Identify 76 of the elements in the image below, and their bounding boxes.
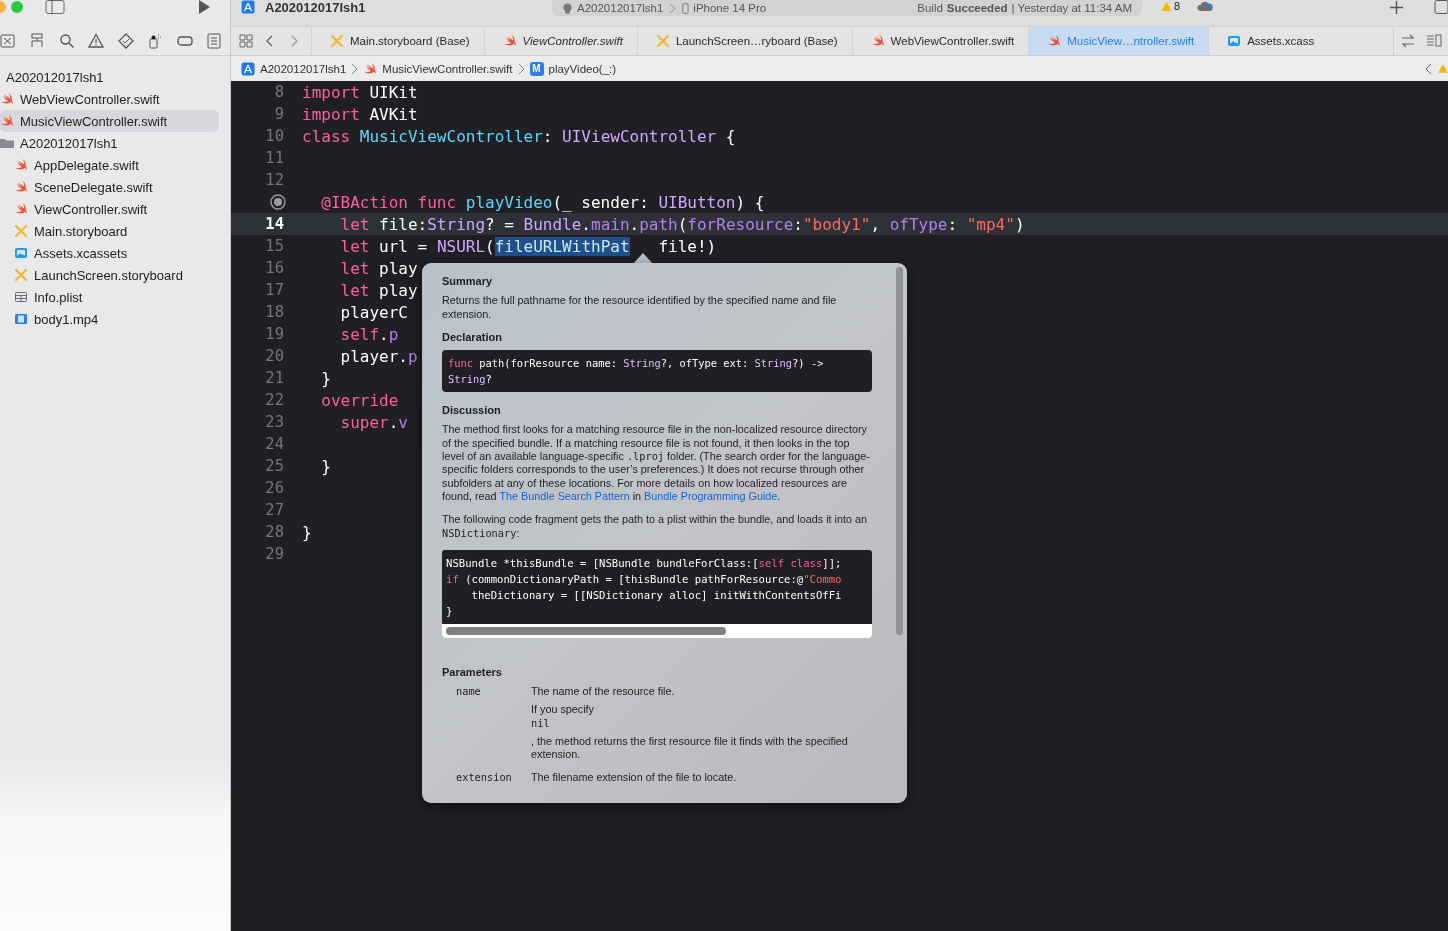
- paragraph: The method first looks for a matching resource file in the non-localized resource directory of the specified bundle. If a matching resource file is not found, it then looks in the top level of an available language-specific .lproj folder. (The search order for the language-specific folders corresponds to the user’s preferences.) It does not recurse through other subfolders at any of these locations. For more details on how localized resources are found, read The Bundle Search Pattern in Bundle Programming Guide.: [442, 423, 871, 504]
- navigator-item[interactable]: MusicViewController.swift: [0, 110, 219, 132]
- navigator-item[interactable]: WebViewController.swift: [0, 88, 219, 110]
- code-line: playerC: [339, 302, 408, 322]
- breadcrumb-item[interactable]: A202012017lsh1: [260, 62, 347, 75]
- code-line: import UIKit: [302, 82, 418, 102]
- code-line: self.p: [339, 324, 399, 344]
- line-number: 19: [265, 325, 284, 343]
- navigator-item[interactable]: AppDelegate.swift: [0, 154, 219, 176]
- parameter-description: If you specify nil , the method returns the first resource file it finds with the specified extension.: [531, 703, 849, 762]
- parameter-name: name: [456, 685, 482, 700]
- line-number: 16: [265, 259, 284, 277]
- warning-count[interactable]: 8: [1174, 0, 1181, 12]
- scheme-selector[interactable]: A202012017lsh1: [577, 2, 664, 14]
- parameter-description: The filename extension of the file to locate.: [531, 770, 738, 784]
- line-number: 25: [265, 457, 284, 475]
- line-number: 12: [265, 171, 284, 189]
- line-number: 14: [265, 215, 284, 233]
- editor-tab[interactable]: Main.storyboard (Base): [311, 27, 484, 55]
- navigator-item[interactable]: Info.plist: [0, 286, 219, 308]
- code-line: super.v: [339, 412, 408, 432]
- code-line: import AVKit: [302, 104, 418, 124]
- line-number: 24: [265, 435, 284, 453]
- parameter-description: The name of the resource file.: [531, 685, 676, 699]
- section-heading: Parameters: [442, 665, 503, 680]
- navigator-item[interactable]: Assets.xcassets: [0, 242, 219, 264]
- build-status: Build Succeeded | Yesterday at 11:34 AM: [917, 2, 1132, 14]
- parameter-name: extension: [456, 770, 513, 785]
- code-line: }: [320, 368, 331, 388]
- line-number: 10: [265, 127, 284, 145]
- line-number: 21: [265, 369, 284, 387]
- line-number: 9: [274, 105, 284, 123]
- navigator-item[interactable]: A202012017lsh1: [0, 66, 219, 88]
- method-icon: M: [529, 61, 544, 76]
- line-number: 23: [265, 413, 284, 431]
- breadcrumb-item[interactable]: MusicViewController.swift: [382, 62, 513, 75]
- breadcrumb-item[interactable]: playVideo(_:): [548, 62, 617, 75]
- device-selector[interactable]: iPhone 14 Pro: [693, 2, 767, 14]
- navigator-item[interactable]: SceneDelegate.swift: [0, 176, 219, 198]
- editor-tab[interactable]: LaunchScreen…ryboard (Base): [636, 27, 852, 55]
- line-number: 29: [265, 545, 284, 563]
- code-line: let file:String? = Bundle.main.path(forResource:"body1", ofType: "mp4"): [339, 214, 1025, 234]
- line-number: 28: [265, 523, 284, 541]
- line-number: 8: [274, 83, 284, 101]
- line-number: 17: [265, 281, 284, 299]
- code-line: @IBAction func playVideo(_ sender: UIButton) {: [320, 192, 765, 212]
- code-line: let play: [339, 280, 418, 300]
- line-number: 18: [265, 303, 284, 321]
- code-line: }: [320, 456, 331, 476]
- editor-tab[interactable]: Assets.xcass: [1208, 27, 1329, 55]
- navigator-item[interactable]: LaunchScreen.storyboard: [0, 264, 219, 286]
- code-line: }: [302, 522, 312, 542]
- section-heading: Summary: [442, 275, 494, 289]
- navigator-item[interactable]: body1.mp4: [0, 308, 219, 330]
- code-line: let url = NSURL(fileURLWithPat file!): [339, 236, 717, 256]
- line-number: 26: [265, 479, 284, 497]
- editor-tab[interactable]: ViewController.swift: [483, 27, 637, 55]
- code-line: let play: [339, 258, 418, 278]
- section-heading: Declaration: [442, 330, 503, 345]
- line-number: 27: [265, 501, 284, 519]
- section-heading: Discussion: [442, 404, 502, 418]
- line-number: 11: [265, 149, 284, 167]
- line-number: 20: [265, 347, 284, 365]
- line-number: 22: [265, 391, 284, 409]
- code-line: class MusicViewController: UIViewController {: [302, 126, 736, 146]
- paragraph: The following code fragment gets the path to a plist within the bundle, and loads it into an NSDictionary:: [442, 513, 868, 540]
- code-line: override: [320, 390, 399, 410]
- code-line: player.p: [339, 346, 418, 366]
- code-sample: NSBundle *thisBundle = [NSBundle bundleForClass:[self class]]; if (commonDictionaryPath = [thisBundle pathForResource:@"Commo theDictionary = [[NSDictionary alloc] initWithContentsOfFi }: [445, 555, 843, 619]
- declaration-code: func path(forResource name: String?, ofType ext: String?) -> String?: [442, 350, 872, 393]
- navigator-item[interactable]: A202012017lsh1: [0, 132, 219, 154]
- navigator-item[interactable]: Main.storyboard: [0, 220, 219, 242]
- line-number: 15: [265, 237, 284, 255]
- paragraph: Returns the full pathname for the resource identified by the specified name and file extension.: [442, 294, 838, 321]
- navigator-item[interactable]: ViewController.swift: [0, 198, 219, 220]
- project-title: A202012017lsh1: [265, 0, 366, 15]
